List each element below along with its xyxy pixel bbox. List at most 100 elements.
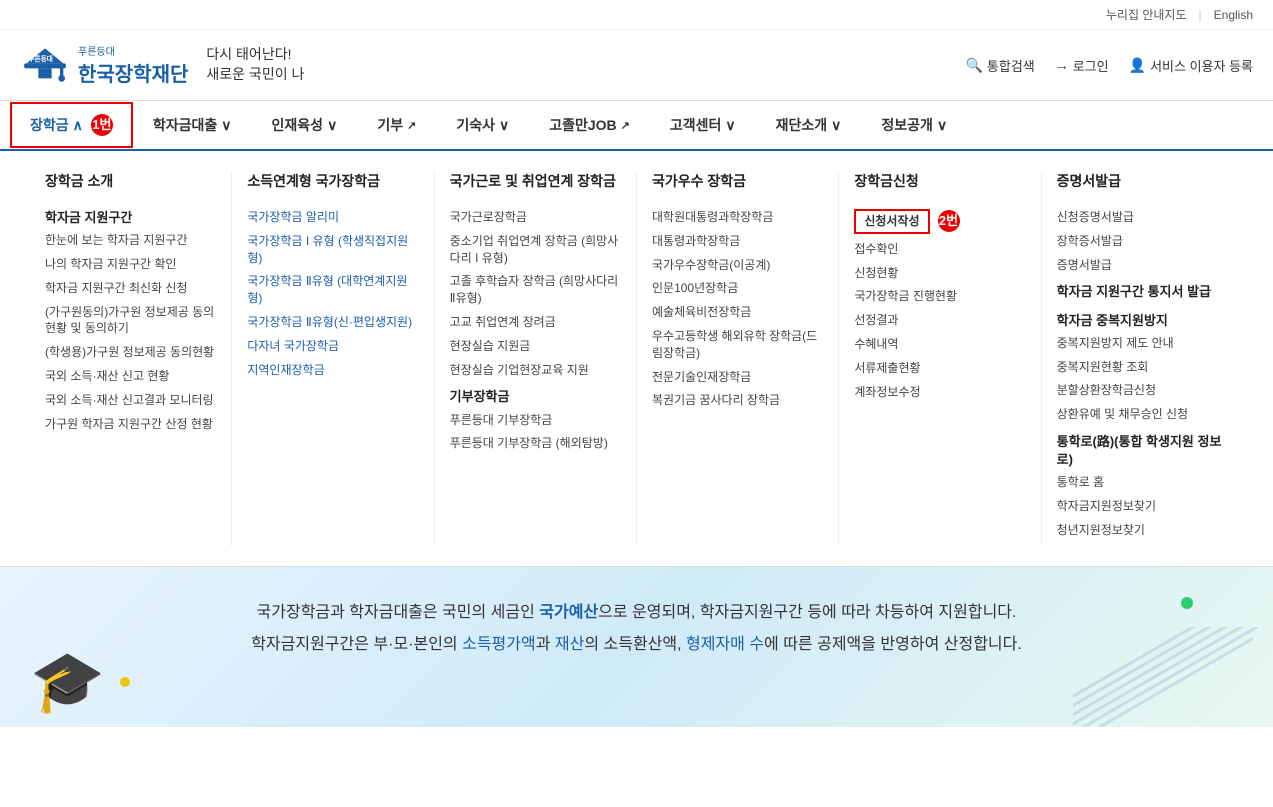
nurijip-link[interactable]: 누리집 안내지도	[1106, 6, 1187, 23]
top-bar: 누리집 안내지도 | English	[0, 0, 1273, 30]
mega-link-overseas-income[interactable]: 국외 소득·재산 신고 현황	[45, 368, 216, 385]
nav-dormitory[interactable]: 기숙사 ∨	[436, 101, 529, 149]
search-icon: 🔍	[965, 57, 982, 74]
mega-link-field[interactable]: 현장실습 지원금	[450, 338, 621, 355]
mega-link-alimi[interactable]: 국가장학금 알리미	[247, 209, 418, 226]
main-nav: 장학금 ∧ 1번 학자금대출 ∨ 인재육성 ∨ 기부 ↗ 기숙사 ∨ 고졸만JO…	[0, 101, 1273, 151]
banner-line2-mid: 과	[536, 636, 555, 653]
mega-link-president-science[interactable]: 대학원대통령과학장학금	[652, 209, 823, 226]
nav-info-label: 정보공개	[881, 115, 933, 135]
mega-link-commute-home[interactable]: 통학로 홈	[1057, 474, 1228, 491]
mega-link-find-support[interactable]: 학자금지원정보찾기	[1057, 498, 1228, 515]
mega-link-student-consent[interactable]: (학생용)가구원 정보제공 동의현황	[45, 344, 216, 361]
logo-main: 한국장학재단	[78, 58, 188, 87]
mega-link-installment[interactable]: 분할상환장학금신청	[1057, 382, 1228, 399]
mega-link-type1[interactable]: 국가장학금 I 유형 (학생직접지원형)	[247, 233, 418, 267]
mega-link-employment[interactable]: 고교 취업연계 장려금	[450, 314, 621, 331]
mega-link-multi[interactable]: 다자녀 국가장학금	[247, 338, 418, 355]
dot-green-decoration	[1181, 597, 1193, 609]
mega-link-account[interactable]: 계좌정보수정	[854, 384, 1025, 401]
banner-h1: 소득평가액	[462, 636, 536, 653]
mega-link-selection[interactable]: 선정결과	[854, 312, 1025, 329]
mega-link-arts[interactable]: 예술체육비전장학금	[652, 304, 823, 321]
nav-donation-ext-icon: ↗	[407, 119, 416, 132]
bottom-banner: 🎓 국가장학금과 학자금대출은 국민의 세금인 국가예산으로 운영되며, 학자금…	[0, 567, 1273, 727]
mega-col-4-title: 국가우수 장학금	[652, 171, 823, 197]
slogan: 다시 태어난다! 새로운 국민이 나	[206, 45, 304, 84]
nav-foundation-label: 재단소개	[776, 115, 828, 135]
logo-icon[interactable]: 푸른등대	[20, 40, 70, 90]
mega-link-dup-guide[interactable]: 중복지원방지 제도 안내	[1057, 335, 1228, 352]
mega-link-overview[interactable]: 한눈에 보는 학자금 지원구간	[45, 232, 216, 249]
banner-text-1: 국가장학금과 학자금대출은 국민의 세금인 국가예산으로 운영되며, 학자금지원…	[60, 597, 1213, 629]
mega-link-deferral[interactable]: 상환유예 및 채무승인 신청	[1057, 406, 1228, 423]
mega-link-humanities[interactable]: 인문100년장학금	[652, 280, 823, 297]
mega-link-tech[interactable]: 전문기술인재장학금	[652, 369, 823, 386]
mega-link-progress[interactable]: 국가장학금 진행현황	[854, 288, 1025, 305]
login-label: 로그인	[1073, 56, 1109, 75]
nav-info[interactable]: 정보공개 ∨	[861, 101, 967, 149]
register-button[interactable]: 👤 서비스 이용자 등록	[1129, 56, 1253, 75]
nav-dormitory-label: 기숙사	[456, 115, 495, 135]
banner-line1-suffix: 으로 운영되며, 학자금지원구간 등에 따라 차등하여 지원합니다.	[598, 604, 1016, 621]
mega-dup-prevent-title: 학자금 중복지원방지	[1057, 312, 1228, 330]
nav-loan-chevron: ∨	[221, 117, 231, 134]
slogan-line2: 새로운 국민이 나	[206, 65, 304, 85]
mega-col-3-title: 국가근로 및 취업연계 장학금	[450, 171, 621, 197]
nav-donation-label: 기부	[377, 115, 403, 135]
mega-link-sme[interactable]: 중소기업 취업연계 장학금 (희망사다리 I 유형)	[450, 233, 621, 267]
mega-link-lottery[interactable]: 복권기금 꿈사다리 장학금	[652, 392, 823, 409]
mega-col-1-title: 장학금 소개	[45, 171, 216, 197]
slogan-line1: 다시 태어난다!	[206, 45, 304, 65]
mega-link-cert-apply[interactable]: 신청증명서발급	[1057, 209, 1228, 226]
nav-foundation-chevron: ∨	[831, 117, 841, 134]
nav-info-chevron: ∨	[937, 117, 947, 134]
mega-col-3: 국가근로 및 취업연계 장학금 국가근로장학금 중소기업 취업연계 장학금 (희…	[435, 171, 637, 546]
nav-jobs-label: 고졸만JOB	[549, 115, 616, 135]
mega-link-family-status[interactable]: 가구원 학자금 지원구간 산정 현황	[45, 416, 216, 433]
mega-link-status[interactable]: 신청현황	[854, 265, 1025, 282]
nav-customer[interactable]: 고객센터 ∨	[650, 101, 756, 149]
mega-link-type2-new[interactable]: 국가장학금 Ⅱ유형(신·편입생지원)	[247, 314, 418, 331]
mega-link-pureun[interactable]: 푸른등대 기부장학금	[450, 412, 621, 429]
header-actions: 🔍 통합검색 → 로그인 👤 서비스 이용자 등록	[965, 56, 1253, 75]
mega-link-overseas-dream[interactable]: 우수고등학생 해외유학 장학금(드림장학금)	[652, 328, 823, 362]
nav-scholarship-chevron: ∧	[73, 117, 83, 134]
nav-dormitory-chevron: ∨	[499, 117, 509, 134]
mega-commute-title: 통학로(路)(통합 학생지원 정보로)	[1057, 433, 1228, 469]
nav-scholarship[interactable]: 장학금 ∧ 1번	[10, 102, 133, 148]
nav-loan[interactable]: 학자금대출 ∨	[133, 101, 252, 149]
mega-col-5-title: 장학금신청	[854, 171, 1025, 197]
mega-link-reception[interactable]: 접수확인	[854, 241, 1025, 258]
mega-link-overseas-result[interactable]: 국외 소득·재산 신고결과 모니터링	[45, 392, 216, 409]
nav-foundation[interactable]: 재단소개 ∨	[756, 101, 862, 149]
nav-jobs[interactable]: 고졸만JOB ↗	[529, 101, 650, 149]
nav-talent[interactable]: 인재육성 ∨	[252, 101, 358, 149]
nav-talent-label: 인재육성	[272, 115, 324, 135]
english-link[interactable]: English	[1214, 8, 1253, 22]
nav-customer-chevron: ∨	[725, 117, 735, 134]
header: 푸른등대 푸른등대 한국장학재단 다시 태어난다! 새로운 국민이 나 🔍 통합…	[0, 30, 1273, 101]
mega-link-pureun-overseas[interactable]: 푸른등대 기부장학금 (해외탐방)	[450, 435, 621, 452]
mega-link-benefit[interactable]: 수혜내역	[854, 336, 1025, 353]
search-button[interactable]: 🔍 통합검색	[965, 56, 1034, 75]
mega-link-docs[interactable]: 서류제출현황	[854, 360, 1025, 377]
mega-menu: 장학금 소개 학자금 지원구간 한눈에 보는 학자금 지원구간 나의 학자금 지…	[0, 151, 1273, 567]
mega-link-cert-general[interactable]: 증명서발급	[1057, 257, 1228, 274]
mega-link-update[interactable]: 학자금 지원구간 최신화 신청	[45, 280, 216, 297]
mega-link-work[interactable]: 국가근로장학금	[450, 209, 621, 226]
mega-link-apply-form[interactable]: 신청서작성	[854, 209, 929, 234]
login-button[interactable]: → 로그인	[1055, 56, 1109, 75]
mega-link-type2[interactable]: 국가장학금 Ⅱ유형 (대학연계지원형)	[247, 273, 418, 307]
mega-link-field-edu[interactable]: 현장실습 기업현장교육 지원	[450, 362, 621, 379]
mega-link-excellence-eng[interactable]: 국가우수장학금(이공계)	[652, 257, 823, 274]
mega-link-family-consent[interactable]: (가구원동의)가구원 정보제공 동의현황 및 동의하기	[45, 304, 216, 338]
mega-link-cert-scholarship[interactable]: 장학증서발급	[1057, 233, 1228, 250]
nav-donation[interactable]: 기부 ↗	[357, 101, 436, 149]
mega-link-dup-check[interactable]: 중복지원현황 조회	[1057, 359, 1228, 376]
mega-link-youth-info[interactable]: 청년지원정보찾기	[1057, 522, 1228, 539]
mega-link-check[interactable]: 나의 학자금 지원구간 확인	[45, 256, 216, 273]
mega-link-president[interactable]: 대통령과학장학금	[652, 233, 823, 250]
mega-link-highschool[interactable]: 고졸 후학습자 장학금 (희망사다리 Ⅱ유형)	[450, 273, 621, 307]
mega-link-region[interactable]: 지역인재장학금	[247, 362, 418, 379]
